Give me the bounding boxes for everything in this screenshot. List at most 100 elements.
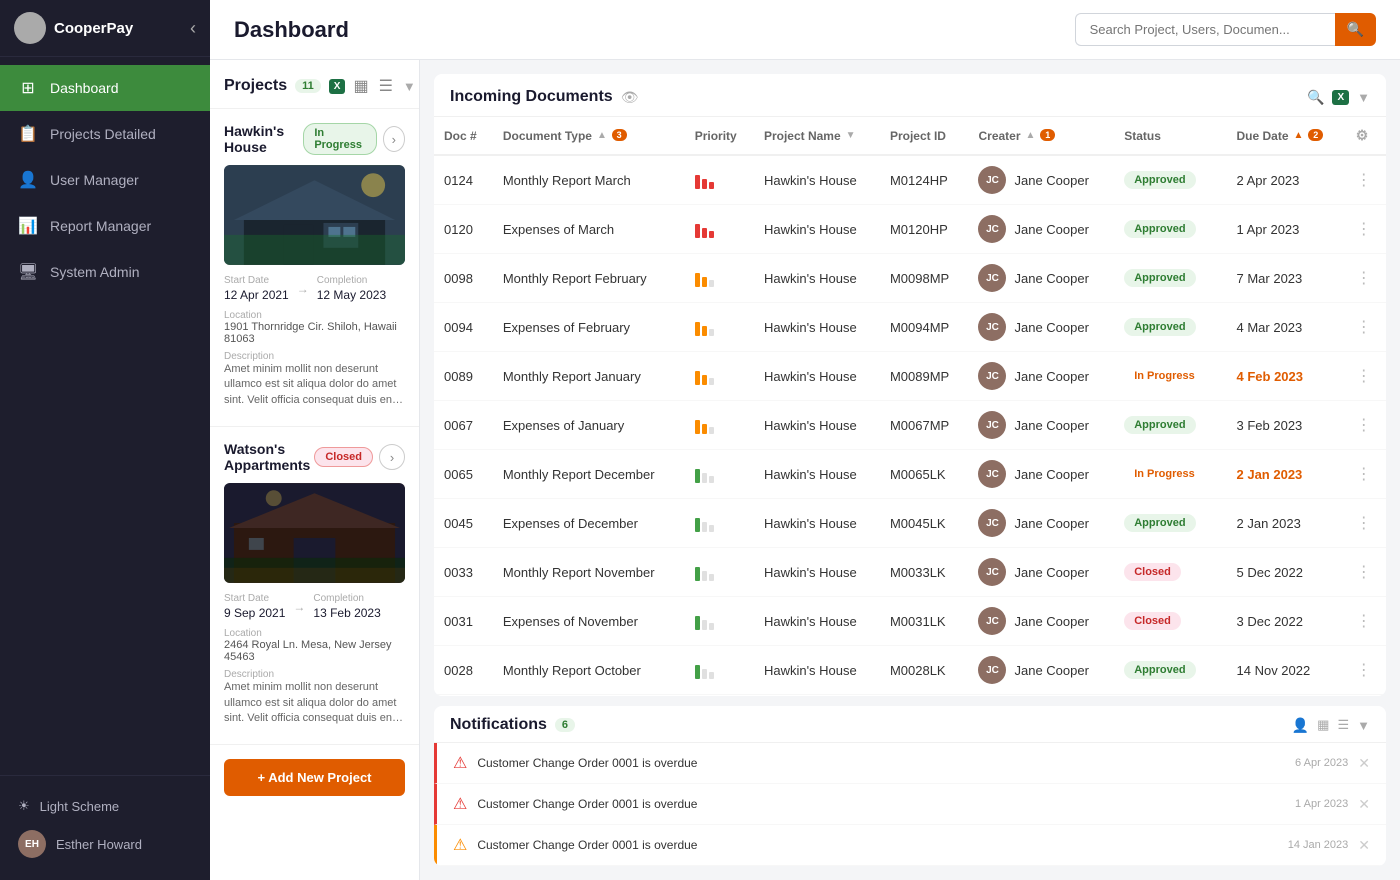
cell-project: Hawkin's House <box>754 548 880 597</box>
project-dates-row: Start Date 12 Apr 2021 → Completion 12 M… <box>224 275 405 302</box>
search-button[interactable]: 🔍 <box>1335 13 1376 46</box>
creator-name: Jane Cooper <box>1014 271 1088 286</box>
location-label: Location <box>224 310 405 321</box>
cell-project-id: M0024LK <box>880 695 969 697</box>
cell-doc-type: Monthly Report December <box>493 450 685 499</box>
col-due-date[interactable]: Due Date ▲ 2 <box>1227 117 1346 155</box>
docs-excel-icon[interactable]: X <box>1332 90 1349 105</box>
due-date-value: 14 Nov 2022 <box>1237 663 1311 678</box>
sidebar-item-label: User Manager <box>50 172 139 188</box>
row-more-button[interactable]: ⋮ <box>1356 270 1372 287</box>
table-row: 0120 Expenses of March Hawkin's House M0… <box>434 205 1386 254</box>
notif-lines-icon[interactable]: ☰ <box>1337 717 1349 733</box>
notification-close-button[interactable]: ✕ <box>1358 796 1370 813</box>
sidebar-toggle-icon[interactable]: ‹ <box>190 18 196 39</box>
notification-close-button[interactable]: ✕ <box>1358 755 1370 772</box>
cell-doc-num: 0031 <box>434 597 493 646</box>
row-more-button[interactable]: ⋮ <box>1356 564 1372 581</box>
docs-table: Doc # Document Type ▲ 3 Priority Project… <box>434 117 1386 696</box>
notification-text: Customer Change Order 0001 is overdue <box>477 838 1271 852</box>
sidebar-item-system-admin[interactable]: 🖥 System Admin <box>0 249 210 295</box>
sidebar-item-user-manager[interactable]: 👤 User Manager <box>0 157 210 203</box>
desc-label-2: Description <box>224 669 405 680</box>
cell-more: ⋮ <box>1346 254 1386 303</box>
cell-project-id: M0098MP <box>880 254 969 303</box>
projects-header: Projects 11 X ▦ ☰ ▼ <box>210 60 419 109</box>
incoming-docs-header: Incoming Documents 👁 🔍 X ▼ <box>434 74 1386 117</box>
cell-priority <box>685 646 754 695</box>
projects-count: 11 <box>295 79 321 93</box>
project-image <box>224 165 405 265</box>
cell-doc-num: 0028 <box>434 646 493 695</box>
cell-doc-type: Monthly Report March <box>493 155 685 205</box>
notif-list-icon[interactable]: ▦ <box>1317 717 1329 733</box>
project-dates-row-2: Start Date 9 Sep 2021 → Completion 13 Fe… <box>224 593 405 620</box>
cell-project: Hawkin's House <box>754 597 880 646</box>
due-date-value: 4 Feb 2023 <box>1237 369 1304 384</box>
table-row: 0028 Monthly Report October Hawkin's Hou… <box>434 646 1386 695</box>
excel-export-icon[interactable]: X <box>329 79 346 94</box>
add-project-button[interactable]: + Add New Project <box>224 759 405 796</box>
cell-due-date: 3 Dec 2022 <box>1227 597 1346 646</box>
row-more-button[interactable]: ⋮ <box>1356 172 1372 189</box>
sidebar-item-label: Projects Detailed <box>50 126 156 142</box>
table-row: 0045 Expenses of December Hawkin's House… <box>434 499 1386 548</box>
cell-creator: JC Jane Cooper <box>968 401 1114 450</box>
project-card-watsons: Watson's Appartments Closed › <box>210 427 419 745</box>
row-more-button[interactable]: ⋮ <box>1356 221 1372 238</box>
incoming-documents-section: Incoming Documents 👁 🔍 X ▼ Doc # <box>434 74 1386 696</box>
light-scheme-toggle[interactable]: ☀ Light Scheme <box>18 790 192 822</box>
status-badge: Approved <box>1124 514 1195 532</box>
light-scheme-label: Light Scheme <box>40 799 120 814</box>
desc-text-2: Amet minim mollit non deserunt ullamco e… <box>224 680 405 726</box>
docs-filter-icon[interactable]: ▼ <box>1357 90 1370 105</box>
list-view-icon[interactable]: ☰ <box>377 74 395 98</box>
creator-avatar: JC <box>978 607 1006 635</box>
row-more-button[interactable]: ⋮ <box>1356 417 1372 434</box>
creator-name: Jane Cooper <box>1014 467 1088 482</box>
row-more-button[interactable]: ⋮ <box>1356 466 1372 483</box>
cell-priority <box>685 401 754 450</box>
creator-avatar: JC <box>978 656 1006 684</box>
cell-project: Hawkin's House <box>754 450 880 499</box>
cell-doc-num: 0124 <box>434 155 493 205</box>
search-input[interactable] <box>1075 13 1335 46</box>
priority-indicator <box>695 416 744 434</box>
cell-doc-type: Expenses of January <box>493 401 685 450</box>
creator-avatar: JC <box>978 558 1006 586</box>
visibility-icon[interactable]: 👁 <box>621 89 639 106</box>
cell-project: Hawkin's House <box>754 695 880 697</box>
notif-grid-icon[interactable]: 👤 <box>1292 717 1309 734</box>
notification-close-button[interactable]: ✕ <box>1358 837 1370 854</box>
row-more-button[interactable]: ⋮ <box>1356 515 1372 532</box>
projects-filter-icon[interactable]: ▼ <box>401 77 418 96</box>
grid-view-icon[interactable]: ▦ <box>351 74 370 98</box>
table-settings-icon[interactable]: ⚙ <box>1356 127 1369 143</box>
cell-more: ⋮ <box>1346 155 1386 205</box>
location-value: 1901 Thornridge Cir. Shiloh, Hawaii 8106… <box>224 321 405 345</box>
docs-search-icon[interactable]: 🔍 <box>1307 89 1324 106</box>
col-creator[interactable]: Creater ▲ 1 <box>968 117 1114 155</box>
row-more-button[interactable]: ⋮ <box>1356 319 1372 336</box>
col-project-name[interactable]: Project Name ▼ <box>754 117 880 155</box>
start-date-label: Start Date <box>224 275 289 286</box>
row-more-button[interactable]: ⋮ <box>1356 662 1372 679</box>
arrow-icon: → <box>297 282 309 296</box>
cell-status: In Progress <box>1114 352 1226 401</box>
project-nav-btn-2[interactable]: › <box>379 444 405 470</box>
col-doc-type[interactable]: Document Type ▲ 3 <box>493 117 685 155</box>
project-nav-btn[interactable]: › <box>383 126 405 152</box>
row-more-button[interactable]: ⋮ <box>1356 368 1372 385</box>
incoming-docs-actions: 🔍 X ▼ <box>1307 89 1370 106</box>
sidebar-item-report-manager[interactable]: 📊 Report Manager <box>0 203 210 249</box>
due-date-value: 5 Dec 2022 <box>1237 565 1304 580</box>
notification-item: ⚠ Customer Change Order 0001 is overdue … <box>434 743 1386 784</box>
row-more-button[interactable]: ⋮ <box>1356 613 1372 630</box>
sidebar-item-projects-detailed[interactable]: 📋 Projects Detailed <box>0 111 210 157</box>
arrow-icon-2: → <box>293 600 305 614</box>
notif-filter-icon[interactable]: ▼ <box>1357 718 1370 733</box>
user-profile[interactable]: EH Esther Howard <box>18 822 192 866</box>
sidebar-item-dashboard[interactable]: ⊞ Dashboard <box>0 65 210 111</box>
notification-item: ⚠ Customer Change Order 0001 is overdue … <box>434 784 1386 825</box>
status-badge: Closed <box>1124 612 1181 630</box>
